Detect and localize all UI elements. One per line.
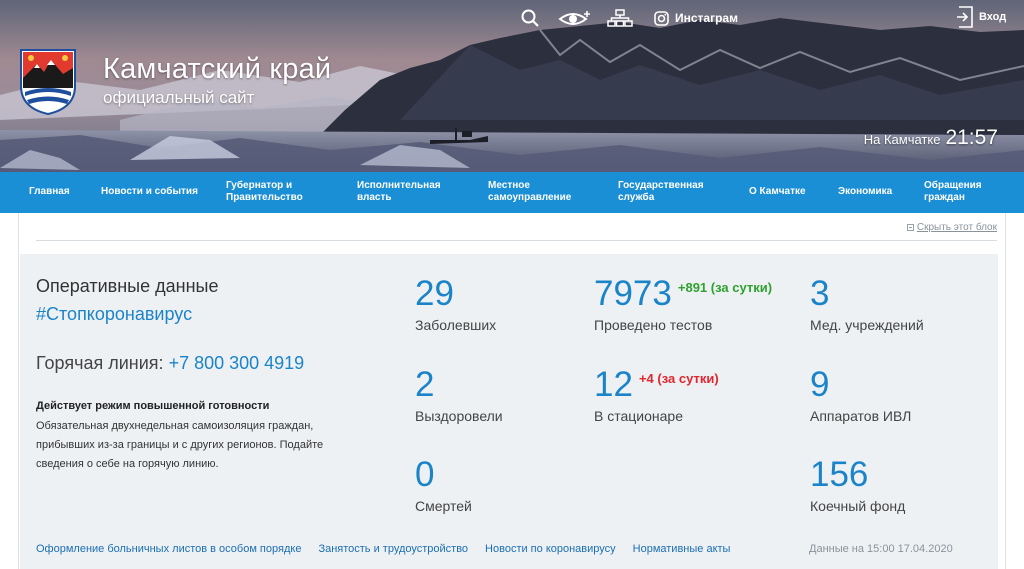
instagram-link[interactable]: Инстаграм — [654, 10, 738, 26]
main-content: Скрыть этот блок Оперативные данные #Сто… — [18, 213, 1006, 569]
nav-item-local-government[interactable]: Местное самоуправление — [488, 180, 578, 204]
divider — [36, 240, 997, 241]
hide-block-label: Скрыть этот блок — [916, 222, 997, 233]
stat-value: 9 — [810, 365, 830, 404]
stat-value: 3 — [810, 274, 830, 313]
login-icon — [957, 6, 973, 28]
hashtag-link[interactable]: #Стопкоронавирус — [36, 304, 192, 325]
panel-title: Оперативные данные — [36, 276, 219, 296]
stat-tests: 7973 +891 (за сутки) Проведено тестов — [594, 274, 773, 334]
stat-value: 12 — [594, 365, 633, 404]
stat-delta: +891 (за сутки) — [677, 280, 773, 295]
link-regulations[interactable]: Нормативные акты — [633, 543, 731, 555]
stat-ventilators: 9 Аппаратов ИВЛ — [810, 365, 912, 425]
data-timestamp: Данные на 15:00 17.04.2020 — [809, 543, 953, 555]
site-header: Камчатский край официальный сайт Инстагр… — [0, 0, 1024, 172]
nav-item-main[interactable]: Главная — [29, 186, 70, 198]
link-covid-news[interactable]: Новости по коронавирусу — [485, 543, 616, 555]
nav-item-about[interactable]: О Камчатке — [749, 186, 806, 198]
login-label: Вход — [979, 11, 1007, 23]
site-subtitle: официальный сайт — [103, 88, 255, 107]
hotline-label: Горячая линия: — [36, 353, 164, 373]
header-tools: Инстаграм — [518, 6, 738, 30]
low-vision-icon[interactable] — [556, 9, 594, 27]
nav-item-news[interactable]: Новости и события — [101, 186, 198, 198]
regime-text: Обязательная двухнедельная самоизоляция … — [36, 420, 324, 470]
nav-item-appeals[interactable]: Обращения граждан — [924, 180, 994, 204]
stat-value: 29 — [415, 274, 454, 313]
site-title[interactable]: Камчатский край — [103, 53, 331, 86]
hotline: Горячая линия: +7 800 300 4919 — [36, 353, 304, 374]
search-icon[interactable] — [518, 9, 542, 27]
nav-item-civil-service[interactable]: Государственная служба — [618, 180, 714, 204]
collapse-icon — [906, 224, 914, 231]
login-button[interactable]: Вход — [956, 6, 1006, 28]
stat-value: 0 — [415, 455, 435, 494]
stat-inpatient: 12 +4 (за сутки) В стационаре — [594, 365, 719, 425]
covid-info-panel: Оперативные данные #Стопкоронавирус Горя… — [20, 254, 998, 569]
instagram-label: Инстаграм — [675, 11, 738, 25]
stat-label: В стационаре — [594, 408, 683, 424]
instagram-icon — [654, 10, 669, 26]
stat-label: Мед. учреждений — [810, 317, 924, 333]
stat-label: Коечный фонд — [810, 498, 906, 514]
stat-delta: +4 (за сутки) — [638, 371, 719, 386]
nav-item-executive[interactable]: Исполнительная власть — [357, 180, 453, 204]
hide-block-link[interactable]: Скрыть этот блок — [906, 222, 997, 233]
nav-item-governor[interactable]: Губернатор и Правительство — [226, 180, 326, 204]
link-sick-leave[interactable]: Оформление больничных листов в особом по… — [36, 543, 301, 555]
sitemap-icon[interactable] — [606, 9, 634, 27]
local-clock: На Камчатке 21:57 — [864, 126, 998, 150]
nav-item-economy[interactable]: Экономика — [838, 186, 892, 198]
clock-label: На Камчатке — [863, 132, 941, 147]
kamchatka-emblem-logo[interactable] — [19, 48, 77, 116]
hotline-phone[interactable]: +7 800 300 4919 — [169, 353, 305, 373]
stat-beds: 156 Коечный фонд — [810, 455, 906, 515]
stat-label: Аппаратов ИВЛ — [810, 408, 912, 424]
link-employment[interactable]: Занятость и трудоустройство — [318, 543, 468, 555]
stat-deaths: 0 Смертей — [415, 455, 472, 515]
stat-value: 156 — [810, 455, 869, 494]
stat-value: 2 — [415, 365, 435, 404]
stat-hospitals: 3 Мед. учреждений — [810, 274, 924, 334]
clock-time: 21:57 — [945, 126, 998, 149]
stat-label: Заболевших — [415, 317, 497, 333]
stat-infected: 29 Заболевших — [415, 274, 497, 334]
stat-value: 7973 — [594, 274, 672, 313]
stat-label: Проведено тестов — [594, 317, 713, 333]
main-navigation: Главная Новости и события Губернатор и П… — [0, 172, 1024, 213]
stat-label: Смертей — [415, 498, 472, 514]
stat-label: Выздоровели — [415, 408, 503, 424]
related-links: Оформление больничных листов в особом по… — [36, 543, 747, 555]
stat-recovered: 2 Выздоровели — [415, 365, 503, 425]
regime-heading: Действует режим повышенной готовности — [36, 400, 270, 412]
